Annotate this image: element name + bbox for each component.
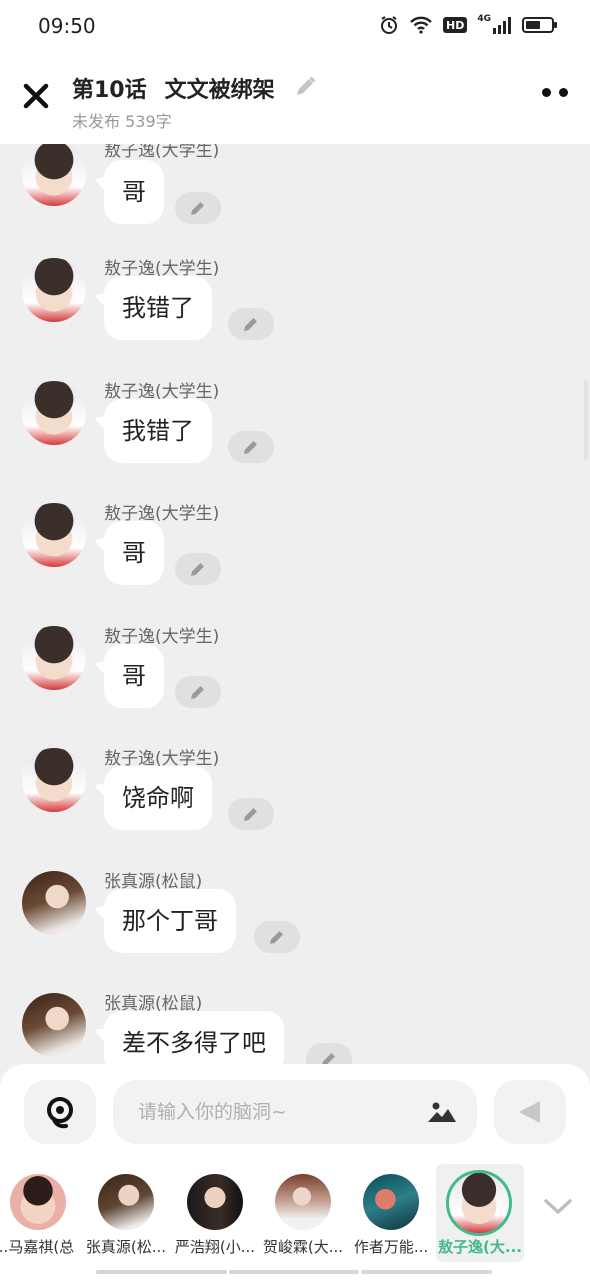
character-item[interactable]: 马嘉祺(总... bbox=[0, 1164, 82, 1262]
character-name: 作者万能... bbox=[353, 1238, 429, 1256]
character-name: 张真源(松... bbox=[85, 1238, 167, 1256]
avatar[interactable] bbox=[22, 144, 86, 206]
character-name: 敖子逸(大... bbox=[438, 1238, 522, 1256]
more-button[interactable] bbox=[542, 88, 568, 97]
character-item[interactable]: 作者万能... bbox=[347, 1164, 435, 1262]
avatar bbox=[275, 1174, 331, 1230]
pencil-icon bbox=[297, 76, 316, 95]
message-bubble[interactable]: 哥 bbox=[104, 521, 164, 585]
insert-image-button[interactable] bbox=[424, 1096, 460, 1128]
message-bubble[interactable]: 我错了 bbox=[104, 276, 212, 340]
avatar[interactable] bbox=[22, 626, 86, 690]
message-item: 敖子逸(大学生) 饶命啊 bbox=[0, 748, 590, 870]
image-icon bbox=[428, 1102, 456, 1122]
sender-name: 敖子逸(大学生) bbox=[104, 144, 220, 161]
collapse-characters-button[interactable] bbox=[540, 1188, 576, 1224]
avatar[interactable] bbox=[22, 871, 86, 935]
edit-message-button[interactable] bbox=[228, 308, 274, 340]
pencil-icon bbox=[244, 808, 257, 821]
chapter-header: 第10话 文文被绑架 未发布 539字 bbox=[0, 52, 590, 144]
composer: 马嘉祺(总... 张真源(松... 严浩翔(小... 贺峻霖(大... 作者万能… bbox=[0, 1064, 590, 1280]
close-icon bbox=[23, 83, 49, 109]
send-button[interactable] bbox=[494, 1080, 566, 1144]
status-icons: HD 4G bbox=[379, 14, 557, 36]
character-item[interactable]: 贺峻霖(大... bbox=[259, 1164, 347, 1262]
edit-message-button[interactable] bbox=[228, 431, 274, 463]
character-list[interactable]: 马嘉祺(总... 张真源(松... 严浩翔(小... 贺峻霖(大... 作者万能… bbox=[0, 1164, 540, 1262]
pencil-icon bbox=[270, 931, 283, 944]
avatar bbox=[446, 1170, 512, 1236]
avatar[interactable] bbox=[22, 503, 86, 567]
edit-message-button[interactable] bbox=[254, 921, 300, 953]
alarm-icon bbox=[379, 14, 399, 36]
avatar[interactable] bbox=[22, 993, 86, 1057]
edit-message-button[interactable] bbox=[175, 192, 221, 224]
message-item: 敖子逸(大学生) 我错了 bbox=[0, 381, 590, 503]
pencil-icon bbox=[244, 318, 257, 331]
message-bubble[interactable]: 我错了 bbox=[104, 399, 212, 463]
pencil-icon bbox=[322, 1053, 335, 1064]
character-item-active[interactable]: 敖子逸(大... bbox=[436, 1164, 524, 1262]
message-item: 敖子逸(大学生) 哥 bbox=[0, 144, 590, 264]
status-bar: 09:50 HD 4G bbox=[0, 0, 590, 52]
episode-title: 文文被绑架 bbox=[164, 78, 275, 103]
message-item: 敖子逸(大学生) 我错了 bbox=[0, 258, 590, 380]
4g-signal-icon: 4G bbox=[477, 14, 512, 36]
episode-number: 第10话 bbox=[72, 78, 147, 103]
avatar bbox=[363, 1174, 419, 1230]
chevron-down-icon bbox=[544, 1199, 572, 1214]
avatar bbox=[98, 1174, 154, 1230]
message-bubble[interactable]: 差不多得了吧 bbox=[104, 1011, 284, 1064]
network-label: 4G bbox=[477, 14, 491, 24]
status-time: 09:50 bbox=[38, 14, 96, 38]
message-bubble[interactable]: 那个丁哥 bbox=[104, 889, 236, 953]
edit-message-button[interactable] bbox=[175, 676, 221, 708]
pencil-icon bbox=[191, 563, 204, 576]
edit-message-button[interactable] bbox=[306, 1043, 352, 1064]
close-button[interactable] bbox=[20, 78, 52, 114]
avatar[interactable] bbox=[22, 748, 86, 812]
message-bubble[interactable]: 饶命啊 bbox=[104, 766, 212, 830]
chat-list[interactable]: 敖子逸(大学生) 哥 敖子逸(大学生) 我错了 敖子逸(大学生) 我错了 敖子逸… bbox=[0, 144, 590, 1064]
edit-message-button[interactable] bbox=[228, 798, 274, 830]
avatar bbox=[187, 1174, 243, 1230]
edit-title-button[interactable] bbox=[292, 74, 318, 100]
message-item: 敖子逸(大学生) 哥 bbox=[0, 626, 590, 748]
pencil-icon bbox=[191, 202, 204, 215]
story-input[interactable] bbox=[113, 1080, 477, 1144]
chapter-title: 第10话 文文被绑架 bbox=[72, 72, 275, 104]
message-item: 张真源(松鼠) 差不多得了吧 bbox=[0, 993, 590, 1064]
avatar[interactable] bbox=[22, 258, 86, 322]
character-item[interactable]: 严浩翔(小... bbox=[171, 1164, 259, 1262]
voice-button[interactable] bbox=[24, 1080, 96, 1144]
pencil-icon bbox=[244, 441, 257, 454]
battery-icon bbox=[522, 14, 557, 36]
message-bubble[interactable]: 哥 bbox=[104, 644, 164, 708]
hd-icon: HD bbox=[443, 17, 468, 33]
voice-bubble-icon bbox=[47, 1097, 73, 1129]
message-item: 张真源(松鼠) 那个丁哥 bbox=[0, 871, 590, 993]
scrollbar[interactable] bbox=[584, 380, 588, 460]
character-name: 严浩翔(小... bbox=[174, 1238, 256, 1256]
character-bar: 马嘉祺(总... 张真源(松... 严浩翔(小... 贺峻霖(大... 作者万能… bbox=[0, 1160, 590, 1280]
avatar bbox=[10, 1174, 66, 1230]
edit-message-button[interactable] bbox=[175, 553, 221, 585]
message-bubble[interactable]: 哥 bbox=[104, 160, 164, 224]
wifi-icon bbox=[409, 14, 433, 36]
more-dots-icon bbox=[542, 88, 551, 97]
avatar[interactable] bbox=[22, 381, 86, 445]
home-indicator bbox=[96, 1270, 493, 1274]
send-icon bbox=[519, 1101, 540, 1123]
chapter-status: 未发布 539字 bbox=[72, 112, 172, 131]
character-name: 贺峻霖(大... bbox=[262, 1238, 344, 1256]
pencil-icon bbox=[191, 686, 204, 699]
character-item[interactable]: 张真源(松... bbox=[82, 1164, 170, 1262]
message-item: 敖子逸(大学生) 哥 bbox=[0, 503, 590, 625]
character-name: 马嘉祺(总... bbox=[0, 1238, 75, 1256]
